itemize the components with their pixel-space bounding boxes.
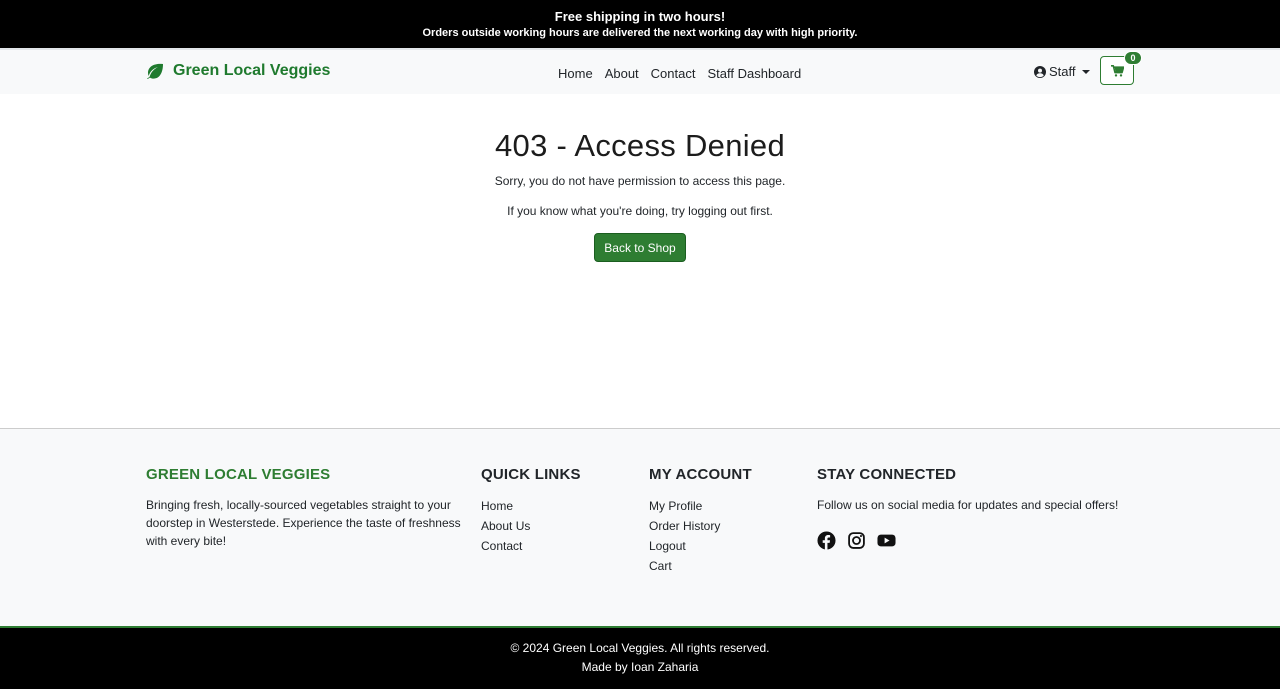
footer-link-order-history[interactable]: Order History bbox=[649, 516, 752, 536]
quick-links-heading: QUICK LINKS bbox=[481, 466, 581, 483]
youtube-icon[interactable] bbox=[877, 531, 896, 550]
error-section: 403 - Access Denied Sorry, you do not ha… bbox=[0, 94, 1280, 428]
social-links bbox=[817, 531, 1147, 550]
stay-connected-text: Follow us on social media for updates an… bbox=[817, 498, 1119, 512]
bottom-bar: © 2024 Green Local Veggies. All rights r… bbox=[0, 626, 1280, 689]
my-account-heading: MY ACCOUNT bbox=[649, 466, 752, 483]
footer-link-my-profile[interactable]: My Profile bbox=[649, 496, 752, 516]
nav-home[interactable]: Home bbox=[554, 66, 597, 81]
footer-brand-heading: GREEN LOCAL VEGGIES bbox=[146, 466, 331, 483]
footer-my-account: MY ACCOUNT My Profile Order History Logo… bbox=[649, 466, 752, 576]
footer-link-logout[interactable]: Logout bbox=[649, 536, 752, 556]
error-hint: If you know what you're doing, try loggi… bbox=[507, 204, 773, 218]
leaf-icon bbox=[147, 63, 163, 79]
brand-name: Green Local Veggies bbox=[173, 62, 331, 79]
cart-count-badge: 0 bbox=[1124, 51, 1142, 65]
footer-stay-connected: STAY CONNECTED Follow us on social media… bbox=[817, 466, 1147, 550]
page-title: 403 - Access Denied bbox=[494, 128, 786, 163]
footer-quick-links: QUICK LINKS Home About Us Contact bbox=[481, 466, 581, 556]
footer-link-contact[interactable]: Contact bbox=[481, 536, 581, 556]
brand-link[interactable]: Green Local Veggies bbox=[146, 62, 330, 80]
stay-connected-heading: STAY CONNECTED bbox=[817, 466, 957, 483]
footer-about: GREEN LOCAL VEGGIES Bringing fresh, loca… bbox=[146, 466, 461, 550]
copyright-text: © 2024 Green Local Veggies. All rights r… bbox=[510, 641, 770, 655]
user-circle-icon bbox=[1034, 65, 1046, 78]
user-menu-label: Staff bbox=[1049, 64, 1076, 79]
nav-staff-dashboard[interactable]: Staff Dashboard bbox=[703, 66, 805, 81]
instagram-icon[interactable] bbox=[847, 531, 866, 550]
announcement-title: Free shipping in two hours! bbox=[554, 9, 726, 24]
announcement-subtitle: Orders outside working hours are deliver… bbox=[422, 27, 858, 39]
footer-about-text: Bringing fresh, locally-sourced vegetabl… bbox=[146, 498, 461, 548]
back-to-shop-button[interactable]: Back to Shop bbox=[594, 233, 686, 262]
footer-link-home[interactable]: Home bbox=[481, 496, 581, 516]
shopping-cart-icon bbox=[1110, 64, 1124, 77]
footer: GREEN LOCAL VEGGIES Bringing fresh, loca… bbox=[0, 428, 1280, 626]
user-menu-toggle[interactable]: Staff bbox=[1034, 64, 1090, 79]
caret-down-icon bbox=[1081, 69, 1090, 74]
nav-about[interactable]: About bbox=[601, 66, 643, 81]
nav-contact[interactable]: Contact bbox=[647, 66, 700, 81]
footer-link-cart[interactable]: Cart bbox=[649, 556, 752, 576]
facebook-icon[interactable] bbox=[817, 531, 836, 550]
announcement-bar: Free shipping in two hours! Orders outsi… bbox=[0, 0, 1280, 48]
navbar: Green Local Veggies Home About Contact S… bbox=[0, 48, 1280, 94]
main-nav: Home About Contact Staff Dashboard bbox=[554, 66, 805, 81]
credit-text: Made by Ioan Zaharia bbox=[581, 660, 699, 674]
footer-link-about-us[interactable]: About Us bbox=[481, 516, 581, 536]
error-message: Sorry, you do not have permission to acc… bbox=[494, 174, 786, 188]
